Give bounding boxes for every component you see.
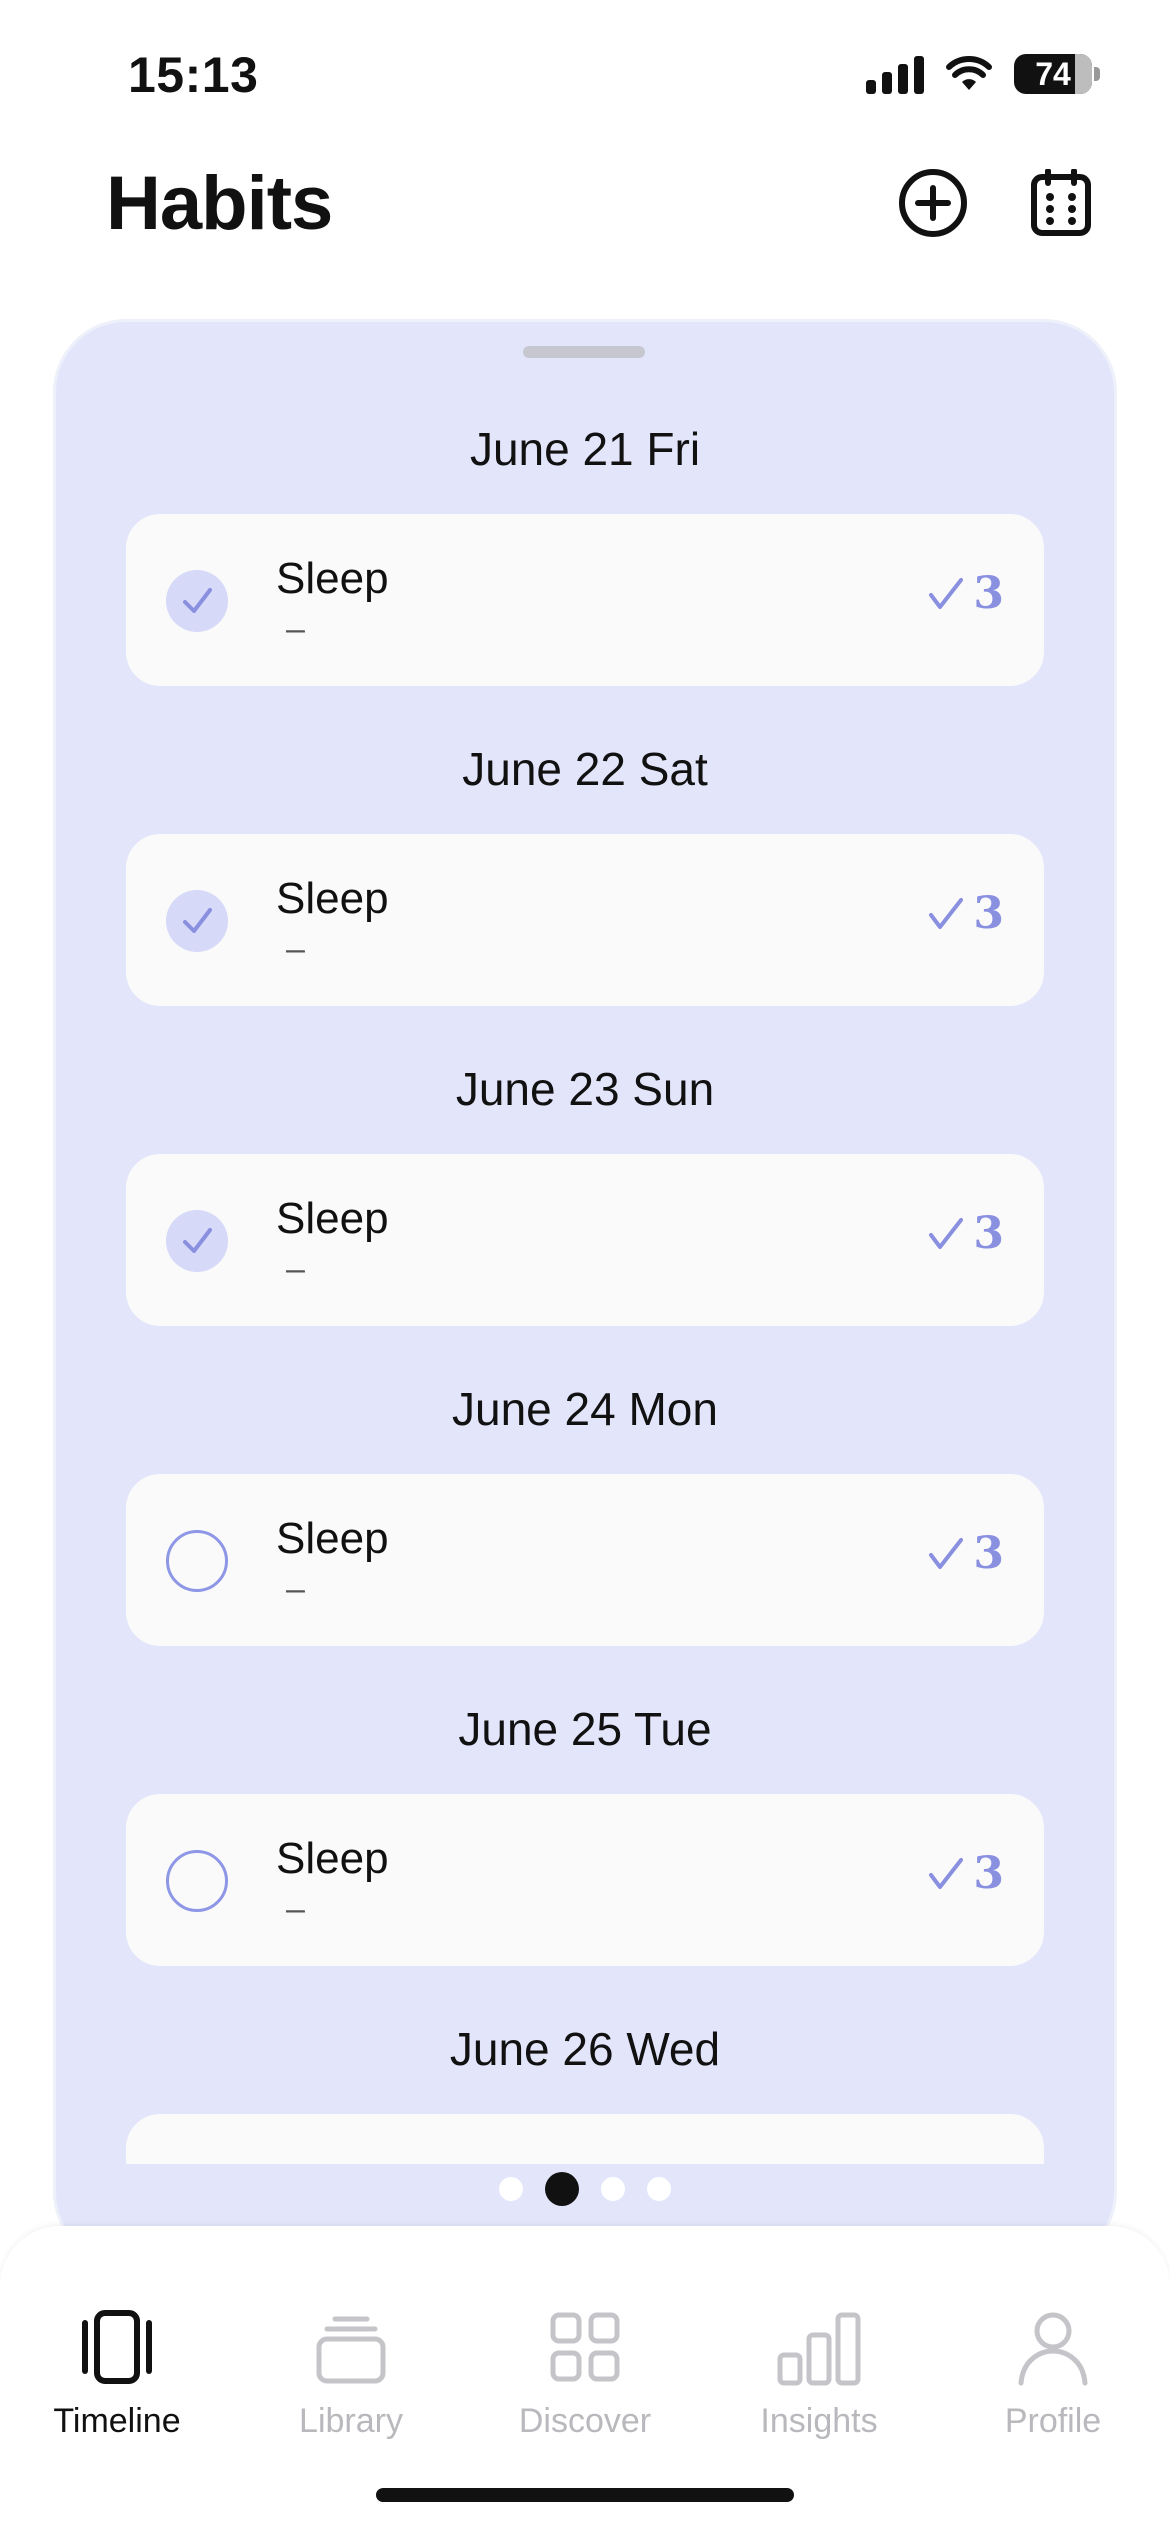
streak-number: 3 bbox=[973, 1528, 1004, 1579]
tab-label: Timeline bbox=[53, 2402, 181, 2440]
habit-subtitle: – bbox=[286, 610, 305, 648]
habit-subtitle: – bbox=[286, 930, 305, 968]
day-header: June 22 Sat bbox=[462, 743, 708, 795]
habit-name: Sleep bbox=[276, 554, 389, 603]
plus-circle-icon bbox=[899, 169, 967, 237]
streak-number: 3 bbox=[973, 888, 1004, 939]
tab-label: Discover bbox=[518, 2402, 652, 2440]
habit-card[interactable]: Sleep – 3 bbox=[126, 1154, 1044, 1326]
page-dot[interactable] bbox=[499, 2177, 523, 2201]
habit-name: Sleep bbox=[276, 1834, 389, 1883]
timeline-icon bbox=[72, 2302, 162, 2392]
tab-label: Library bbox=[299, 2402, 403, 2440]
checked-circle-icon[interactable] bbox=[166, 890, 228, 952]
habit-name: Sleep bbox=[276, 1514, 389, 1563]
discover-icon bbox=[540, 2302, 630, 2392]
page-title: Habits bbox=[106, 161, 333, 246]
tab-label: Insights bbox=[760, 2402, 878, 2440]
streak-count: 3 bbox=[927, 1848, 1004, 1899]
day-header: June 23 Sun bbox=[455, 1063, 715, 1115]
add-habit-button[interactable] bbox=[898, 168, 968, 238]
insights-icon bbox=[774, 2302, 864, 2392]
wifi-icon bbox=[946, 56, 992, 90]
page-indicator bbox=[56, 2172, 1114, 2206]
battery-level: 74 bbox=[1035, 55, 1071, 92]
calendar-icon bbox=[1031, 169, 1091, 236]
page-dot-active[interactable] bbox=[545, 2172, 579, 2206]
habit-card[interactable]: Sleep – 3 bbox=[126, 514, 1044, 686]
checkmark-icon bbox=[929, 897, 964, 929]
streak-count: 3 bbox=[927, 888, 1004, 939]
page-dot[interactable] bbox=[601, 2177, 625, 2201]
habit-card[interactable]: Sleep – 3 bbox=[126, 834, 1044, 1006]
status-time: 15:13 bbox=[128, 47, 259, 103]
battery-icon: 74 bbox=[1014, 54, 1100, 94]
streak-number: 3 bbox=[973, 568, 1004, 619]
habit-name: Sleep bbox=[276, 1194, 389, 1243]
streak-number: 3 bbox=[973, 1208, 1004, 1259]
habit-card[interactable]: Sleep – 3 bbox=[126, 1794, 1044, 1966]
day-header: June 26 Wed bbox=[449, 2023, 721, 2075]
tab-bar: Timeline Library Discover Insights Profi… bbox=[0, 2226, 1170, 2532]
tab-discover[interactable]: Discover bbox=[468, 2302, 702, 2441]
unchecked-circle-icon[interactable] bbox=[166, 1850, 228, 1912]
status-bar: 15:13 74 bbox=[0, 0, 1170, 150]
streak-number: 3 bbox=[973, 1848, 1004, 1899]
habit-subtitle: – bbox=[286, 1570, 305, 1608]
cellular-signal-icon bbox=[866, 54, 924, 94]
day-list[interactable]: June 21 Fri Sleep – 3 June 22 Sat Sleep – 3 June… bbox=[56, 322, 1114, 2164]
tab-timeline[interactable]: Timeline bbox=[0, 2302, 234, 2441]
library-icon bbox=[306, 2302, 396, 2392]
streak-count: 3 bbox=[927, 1528, 1004, 1579]
status-icons: 74 bbox=[866, 54, 1100, 94]
streak-count: 3 bbox=[927, 568, 1004, 619]
habit-card[interactable] bbox=[126, 2114, 1044, 2164]
checkmark-icon bbox=[929, 1857, 964, 1889]
profile-icon bbox=[1008, 2302, 1098, 2392]
unchecked-circle-icon[interactable] bbox=[166, 1530, 228, 1592]
timeline-panel[interactable]: June 21 Fri Sleep – 3 June 22 Sat Sleep – 3 June… bbox=[56, 322, 1114, 2262]
day-header: June 24 Mon bbox=[452, 1383, 718, 1435]
checked-circle-icon[interactable] bbox=[166, 570, 228, 632]
tab-label: Profile bbox=[1004, 2402, 1102, 2440]
tab-library[interactable]: Library bbox=[234, 2302, 468, 2441]
habit-card[interactable]: Sleep – 3 bbox=[126, 1474, 1044, 1646]
day-header: June 21 Fri bbox=[469, 423, 701, 475]
checkmark-icon bbox=[929, 1217, 964, 1249]
tab-profile[interactable]: Profile bbox=[936, 2302, 1170, 2441]
tab-insights[interactable]: Insights bbox=[702, 2302, 936, 2441]
checkmark-icon bbox=[929, 1537, 964, 1569]
habit-subtitle: – bbox=[286, 1250, 305, 1288]
checkmark-icon bbox=[929, 577, 964, 609]
calendar-button[interactable] bbox=[1026, 168, 1096, 238]
checked-circle-icon[interactable] bbox=[166, 1210, 228, 1272]
streak-count: 3 bbox=[927, 1208, 1004, 1259]
home-indicator[interactable] bbox=[376, 2488, 794, 2502]
page-dot[interactable] bbox=[647, 2177, 671, 2201]
habit-name: Sleep bbox=[276, 874, 389, 923]
habit-subtitle: – bbox=[286, 1890, 305, 1928]
day-header: June 25 Tue bbox=[458, 1703, 712, 1755]
